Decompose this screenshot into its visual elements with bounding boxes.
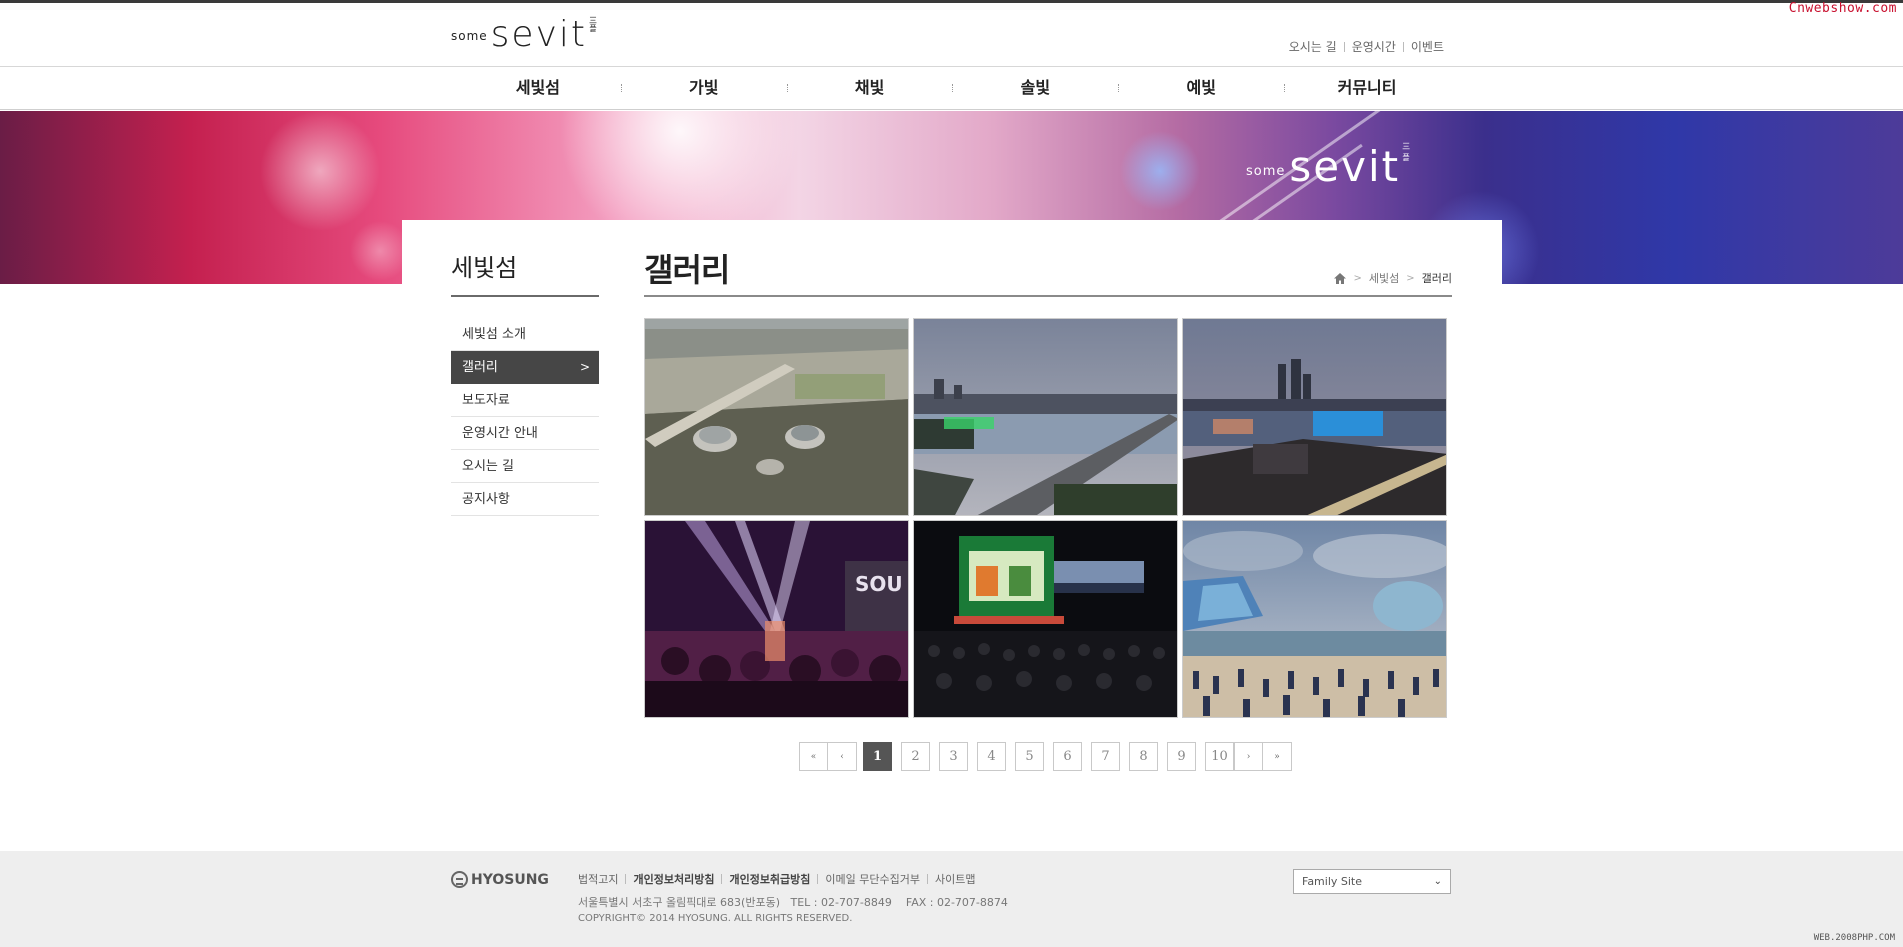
site-logo[interactable]: some sevit 三플 [451, 17, 597, 53]
footer-logo[interactable]: HYOSUNG [451, 871, 549, 888]
lnb-item-label: 갤러리 [462, 360, 498, 375]
page-button[interactable]: 4 [977, 742, 1006, 771]
logo-sevit-text: sevit [490, 14, 587, 55]
hyosung-emblem-icon [451, 871, 468, 888]
page-button-current[interactable]: 1 [863, 742, 892, 771]
gallery-photo-stage [914, 521, 1177, 717]
lnb-item-label: 세빛섬 소개 [462, 327, 526, 342]
page-button[interactable]: 5 [1015, 742, 1044, 771]
banner-logo-mark: 三플 [1402, 142, 1411, 162]
title-divider [644, 295, 1452, 297]
footer: HYOSUNG 법적고지 개인정보처리방침 개인정보취급방침 이메일 무단수집거… [0, 851, 1903, 947]
divider [721, 874, 723, 884]
gnb-item-solvit[interactable]: 솔빛 [952, 68, 1118, 110]
footer-address: 서울특별시 서초구 올림픽대로 683(반포동) TEL : 02-707-88… [578, 896, 1008, 909]
footer-logo-text: HYOSUNG [471, 871, 549, 888]
gnb-item-chaevit[interactable]: 채빛 [786, 68, 953, 110]
util-link-event[interactable]: 이벤트 [1411, 38, 1444, 55]
lnb-item-hours[interactable]: 운영시간 안내 [451, 417, 599, 450]
global-nav: 세빛섬 가빛 채빛 솔빛 예빛 커뮤니티 [0, 68, 1903, 110]
page-title: 갤러리 [644, 251, 730, 289]
lnb-divider [451, 295, 599, 297]
local-nav: 세빛섬 소개 갤러리 > 보도자료 운영시간 안내 오시는 길 공지사항 [451, 318, 599, 516]
divider [1343, 41, 1345, 52]
page-button[interactable]: 8 [1129, 742, 1158, 771]
divider [625, 874, 627, 884]
gallery-photo-concert: SOU [645, 521, 908, 717]
footer-links: 법적고지 개인정보처리방침 개인정보취급방침 이메일 무단수집거부 사이트맵 [578, 871, 975, 887]
gallery-photo-night [1183, 319, 1446, 515]
lnb-item-gallery[interactable]: 갤러리 > [451, 351, 599, 384]
footer-link-email-refusal[interactable]: 이메일 무단수집거부 [825, 871, 920, 887]
gallery-thumb[interactable]: SOU [644, 520, 909, 718]
page-button[interactable]: 2 [901, 742, 930, 771]
gnb-item-sevitseom[interactable]: 세빛섬 [455, 68, 621, 110]
divider [817, 874, 819, 884]
logo-some-text: some [451, 29, 488, 43]
banner-logo: some sevit 三플 [1246, 141, 1411, 191]
gnb-item-gavit[interactable]: 가빛 [620, 68, 787, 110]
gallery-thumb[interactable] [913, 520, 1178, 718]
page-button[interactable]: 9 [1167, 742, 1196, 771]
utility-links: 오시는 길 운영시간 이벤트 [1289, 38, 1444, 55]
first-page-button[interactable]: « [799, 742, 828, 771]
footer-link-sitemap[interactable]: 사이트맵 [935, 871, 975, 887]
family-site-label: Family Site [1302, 875, 1363, 888]
lnb-item-directions[interactable]: 오시는 길 [451, 450, 599, 483]
breadcrumb-current: 갤러리 [1421, 272, 1452, 285]
footer-link-privacy-handling[interactable]: 개인정보취급방침 [729, 871, 810, 887]
gallery-thumb[interactable] [1182, 520, 1447, 718]
footer-copyright: COPYRIGHT© 2014 HYOSUNG. ALL RIGHTS RESE… [578, 913, 853, 924]
family-site-select[interactable]: Family Site ⌄ [1293, 869, 1451, 894]
gnb-item-yevit[interactable]: 예빛 [1118, 68, 1284, 110]
page-button[interactable]: 6 [1053, 742, 1082, 771]
gallery-photo-bridge [914, 319, 1177, 515]
lnb-item-press[interactable]: 보도자료 [451, 384, 599, 417]
util-link-directions[interactable]: 오시는 길 [1289, 38, 1337, 55]
header: some sevit 三플 오시는 길 운영시간 이벤트 [0, 3, 1903, 67]
next-page-button[interactable]: › [1234, 742, 1263, 771]
util-link-hours[interactable]: 운영시간 [1352, 38, 1396, 55]
lnb-item-label: 공지사항 [462, 492, 510, 507]
lnb-item-notice[interactable]: 공지사항 [451, 483, 599, 516]
chevron-down-icon: ⌄ [1433, 876, 1442, 887]
footer-link-legal[interactable]: 법적고지 [578, 871, 618, 887]
lnb-item-label: 오시는 길 [462, 459, 514, 474]
home-icon[interactable] [1334, 272, 1347, 284]
breadcrumb: > 세빛섬 > 갤러리 [1334, 270, 1452, 286]
page-button[interactable]: 3 [939, 742, 968, 771]
lnb-title: 세빛섬 [451, 254, 518, 282]
prev-page-button[interactable]: ‹ [828, 742, 857, 771]
banner-logo-sevit: sevit [1289, 142, 1401, 191]
gallery-thumb[interactable] [1182, 318, 1447, 516]
watermark-bottom: WEB.2008PHP.COM [1813, 933, 1895, 943]
lnb-item-label: 보도자료 [462, 393, 510, 408]
footer-link-privacy[interactable]: 개인정보처리방침 [633, 871, 714, 887]
page-button[interactable]: 7 [1091, 742, 1120, 771]
gnb-item-community[interactable]: 커뮤니티 [1284, 68, 1450, 110]
divider [927, 874, 928, 884]
lnb-item-label: 운영시간 안내 [462, 426, 538, 441]
gallery-photo-plaza [1183, 521, 1446, 717]
svg-text:SOU: SOU [855, 572, 903, 596]
divider [1402, 41, 1404, 52]
banner-logo-some: some [1246, 164, 1286, 179]
gallery-thumb[interactable] [913, 318, 1178, 516]
chevron-right-icon: > [579, 360, 590, 374]
breadcrumb-item[interactable]: 세빛섬 [1369, 270, 1399, 286]
lnb-item-intro[interactable]: 세빛섬 소개 [451, 318, 599, 351]
pagination: « ‹ 1 2 3 4 5 6 7 8 9 10 › » [799, 742, 1292, 771]
gallery-thumb[interactable] [644, 318, 909, 516]
last-page-button[interactable]: » [1263, 742, 1292, 771]
logo-mark: 三플 [589, 16, 597, 33]
gallery-grid: SOU [644, 318, 1448, 718]
breadcrumb-separator: > [1406, 272, 1415, 284]
breadcrumb-separator: > [1353, 272, 1362, 284]
page-button[interactable]: 10 [1205, 742, 1234, 771]
gallery-photo-aerial [645, 319, 908, 515]
